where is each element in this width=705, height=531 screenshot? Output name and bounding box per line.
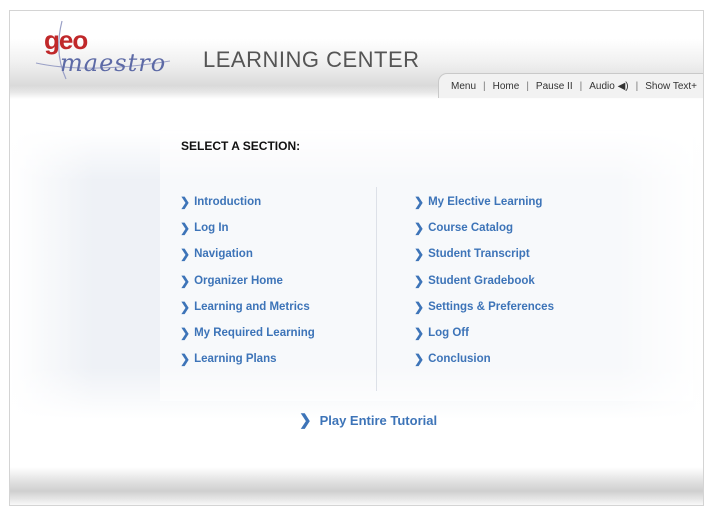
nav-tabs: Menu | Home | Pause II | Audio ◀) | Show… xyxy=(438,73,703,98)
chevron-right-icon: ❯ xyxy=(414,326,425,341)
section-link-label: Navigation xyxy=(194,248,253,261)
section-link-label: Student Transcript xyxy=(428,248,530,261)
tutorial-frame: geo maestro LEARNING CENTER Menu | Home … xyxy=(9,10,704,506)
tab-audio[interactable]: Audio ◀) xyxy=(589,81,628,92)
section-list-left: ❯ Introduction ❯ Log In ❯ Navigation ❯ Organ… xyxy=(180,189,315,372)
chevron-right-icon: ❯ xyxy=(180,273,191,288)
section-link-navigation[interactable]: ❯ Navigation xyxy=(180,241,315,267)
section-link-label: Student Gradebook xyxy=(428,274,535,287)
tab-menu[interactable]: Menu xyxy=(451,81,476,92)
section-link-organizer-home[interactable]: ❯ Organizer Home xyxy=(180,268,315,294)
tab-pause[interactable]: Pause II xyxy=(536,81,573,92)
section-link-elective-learning[interactable]: ❯ My Elective Learning xyxy=(414,189,554,215)
section-link-label: Log Off xyxy=(428,327,469,340)
section-link-learning-plans[interactable]: ❯ Learning Plans xyxy=(180,346,315,372)
section-link-label: My Required Learning xyxy=(194,327,315,340)
section-heading: SELECT A SECTION: xyxy=(181,139,301,153)
section-link-introduction[interactable]: ❯ Introduction xyxy=(180,189,315,215)
footer-band xyxy=(10,467,703,505)
section-link-settings-preferences[interactable]: ❯ Settings & Preferences xyxy=(414,294,554,320)
section-link-student-gradebook[interactable]: ❯ Student Gradebook xyxy=(414,268,554,294)
nav-separator: | xyxy=(483,80,486,92)
chevron-right-icon: ❯ xyxy=(414,273,425,288)
section-link-log-off[interactable]: ❯ Log Off xyxy=(414,320,554,346)
chevron-right-icon: ❯ xyxy=(180,299,191,314)
nav-separator: | xyxy=(579,80,583,92)
nav-separator: | xyxy=(635,80,639,92)
chevron-right-icon: ❯ xyxy=(180,352,191,367)
geomaestro-logo: geo maestro xyxy=(22,17,172,87)
section-link-label: Organizer Home xyxy=(194,274,283,287)
logo-maestro-text: maestro xyxy=(60,49,167,77)
chevron-right-icon: ❯ xyxy=(180,195,191,210)
section-link-conclusion[interactable]: ❯ Conclusion xyxy=(414,346,554,372)
chevron-right-icon: ❯ xyxy=(414,352,425,367)
column-divider xyxy=(376,187,377,391)
play-entire-tutorial-button[interactable]: ❯ Play Entire Tutorial xyxy=(299,411,437,429)
tab-show-text[interactable]: Show Text+ xyxy=(645,81,697,92)
section-link-student-transcript[interactable]: ❯ Student Transcript xyxy=(414,241,554,267)
section-list-right: ❯ My Elective Learning ❯ Course Catalog ❯ S… xyxy=(414,189,554,372)
section-link-label: Course Catalog xyxy=(428,222,514,235)
section-link-required-learning[interactable]: ❯ My Required Learning xyxy=(180,320,315,346)
tab-home[interactable]: Home xyxy=(493,81,520,92)
section-link-label: My Elective Learning xyxy=(428,196,543,209)
chevron-right-icon: ❯ xyxy=(414,299,425,314)
section-link-label: Log In xyxy=(194,222,229,235)
page-title: LEARNING CENTER xyxy=(203,47,420,72)
section-link-log-in[interactable]: ❯ Log In xyxy=(180,215,315,241)
chevron-right-icon: ❯ xyxy=(299,412,312,429)
chevron-right-icon: ❯ xyxy=(180,247,191,262)
section-link-label: Introduction xyxy=(194,196,262,209)
nav-separator: | xyxy=(526,80,529,92)
play-label: Play Entire Tutorial xyxy=(319,412,438,428)
section-link-learning-metrics[interactable]: ❯ Learning and Metrics xyxy=(180,294,315,320)
chevron-right-icon: ❯ xyxy=(414,221,425,236)
section-link-label: Conclusion xyxy=(428,353,491,366)
chevron-right-icon: ❯ xyxy=(414,195,425,210)
section-link-course-catalog[interactable]: ❯ Course Catalog xyxy=(414,215,554,241)
section-link-label: Learning and Metrics xyxy=(194,300,310,313)
section-link-label: Settings & Preferences xyxy=(428,300,554,313)
chevron-right-icon: ❯ xyxy=(180,221,191,236)
section-link-label: Learning Plans xyxy=(194,353,277,366)
chevron-right-icon: ❯ xyxy=(180,326,191,341)
chevron-right-icon: ❯ xyxy=(414,247,425,262)
